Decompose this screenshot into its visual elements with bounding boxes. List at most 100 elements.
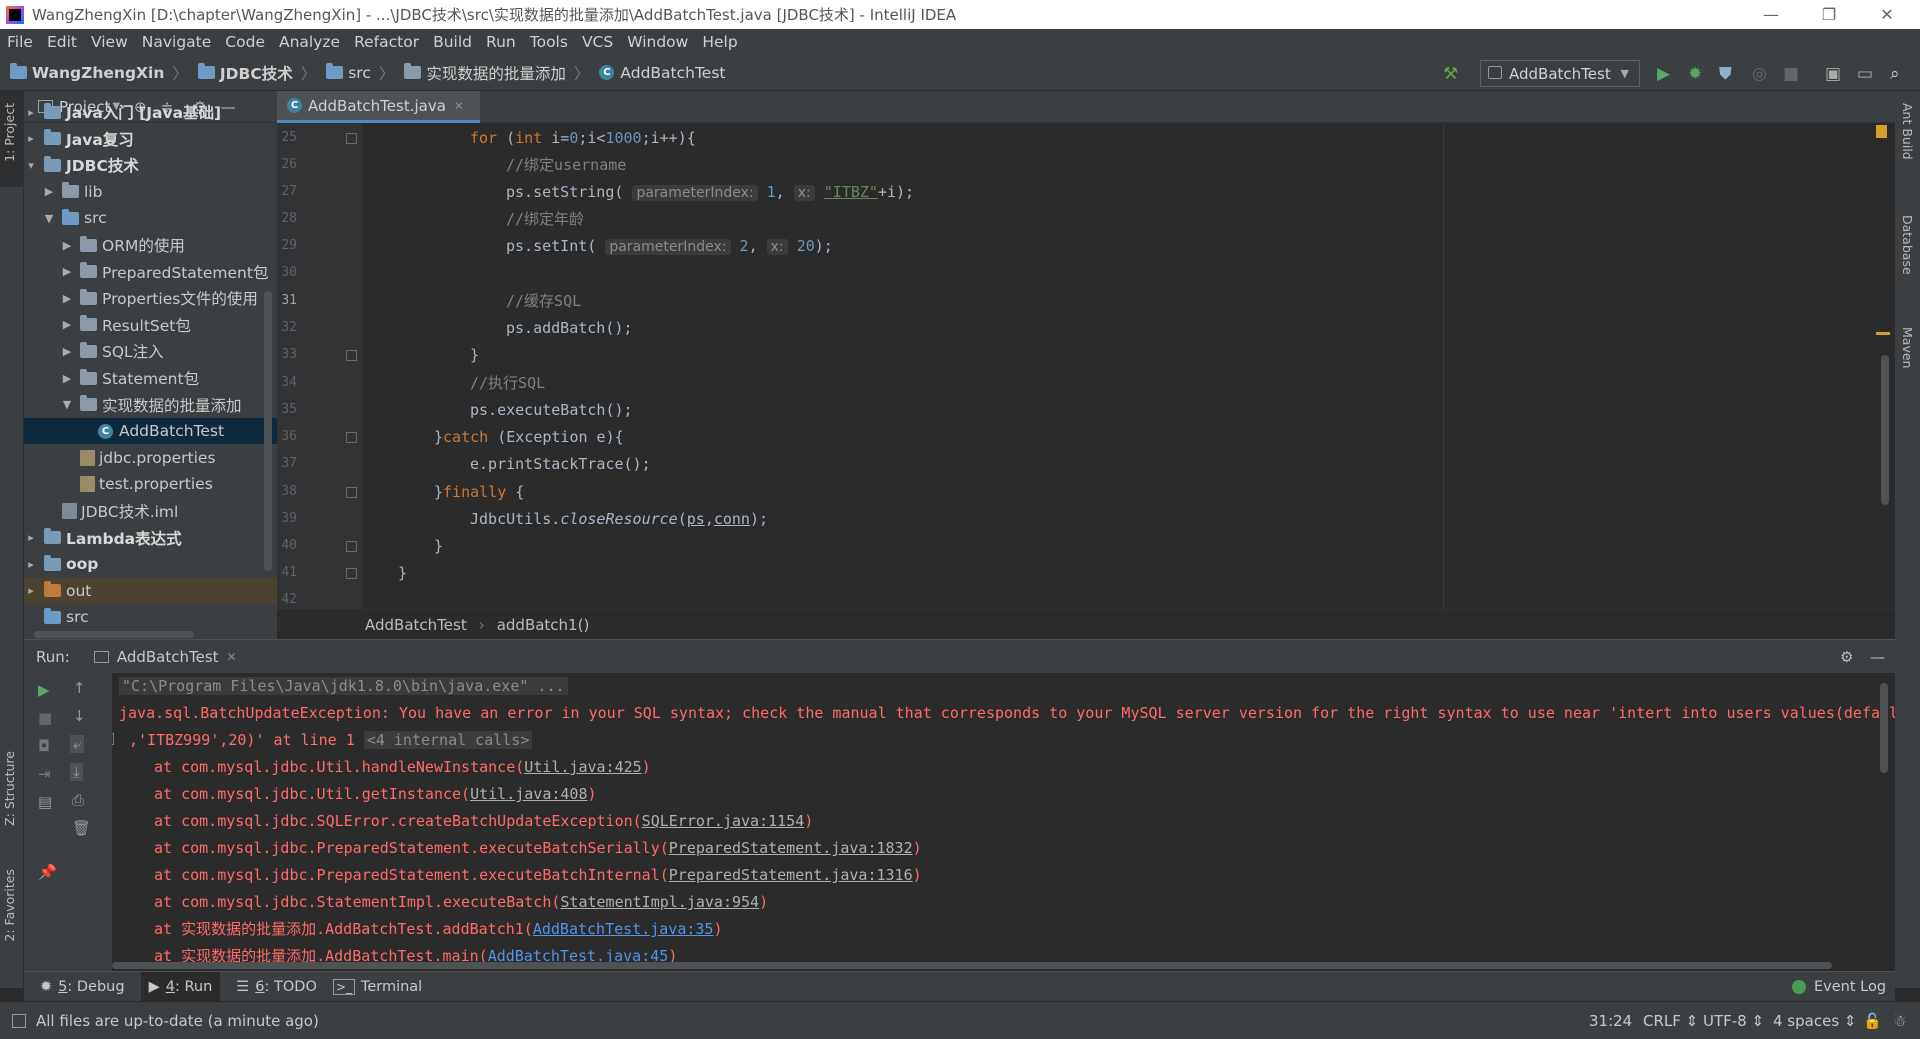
maven-tool-tab[interactable]: Maven: [1900, 327, 1915, 368]
menu-navigate[interactable]: Navigate: [135, 33, 219, 51]
project-structure-icon[interactable]: ▣: [1825, 64, 1841, 84]
editor-breadcrumb-class[interactable]: AddBatchTest: [365, 616, 467, 634]
menu-vcs[interactable]: VCS: [575, 33, 620, 51]
tree-item[interactable]: ▶ SQL注入: [24, 338, 277, 364]
layout-icon[interactable]: ▤: [38, 793, 52, 811]
menu-file[interactable]: File: [0, 33, 40, 51]
search-icon[interactable]: ⌕: [1890, 64, 1900, 84]
expand-arrow-icon[interactable]: ▾: [24, 159, 38, 172]
indent-select[interactable]: 4 spaces ⇕: [1773, 1012, 1856, 1030]
tree-item[interactable]: jdbc.properties: [24, 445, 277, 471]
menu-edit[interactable]: Edit: [40, 33, 84, 51]
fold-marker-icon[interactable]: [346, 487, 357, 498]
expand-arrow-icon[interactable]: ▶: [60, 265, 74, 278]
coverage-icon[interactable]: ⛊: [1719, 64, 1732, 84]
database-tool-tab[interactable]: Database: [1900, 215, 1915, 275]
code-editor[interactable]: for (int i=0;i<1000;i++){ //绑定username p…: [362, 123, 1895, 609]
camera-icon[interactable]: ◘: [38, 737, 50, 755]
source-link[interactable]: PreparedStatement.java:1316: [669, 866, 913, 884]
stop-icon[interactable]: ■: [1783, 64, 1799, 84]
tree-item[interactable]: ▸ Java复习: [24, 126, 277, 152]
menu-tools[interactable]: Tools: [523, 33, 575, 51]
expand-arrow-icon[interactable]: ▶: [60, 345, 74, 358]
breadcrumb-module[interactable]: JDBC技术〉: [197, 62, 316, 84]
hide-icon[interactable]: —: [1870, 648, 1885, 666]
run-configuration-select[interactable]: AddBatchTest ▼: [1480, 60, 1640, 87]
terminal-tool-tab[interactable]: >_ Terminal: [332, 978, 422, 995]
tree-item[interactable]: test.properties: [24, 471, 277, 497]
menu-run[interactable]: Run: [479, 33, 523, 51]
expand-arrow-icon[interactable]: ▼: [42, 212, 56, 225]
tree-item[interactable]: ▶ Statement包: [24, 365, 277, 391]
todo-tool-tab[interactable]: ☰ 6: TODO: [236, 979, 317, 995]
tree-item[interactable]: ▾ JDBC技术: [24, 152, 277, 178]
tree-item[interactable]: ▶ Properties文件的使用: [24, 285, 277, 311]
console-scrollbar[interactable]: [1880, 683, 1888, 773]
run-icon[interactable]: ▶: [1657, 64, 1670, 84]
tree-item[interactable]: ▸ Lambda表达式: [24, 525, 277, 551]
gear-icon[interactable]: ⚙: [1840, 648, 1853, 666]
run-console[interactable]: "C:\Program Files\Java\jdk1.8.0\bin\java…: [112, 673, 1895, 971]
menu-analyze[interactable]: Analyze: [272, 33, 347, 51]
trash-icon[interactable]: 🗑: [72, 819, 91, 837]
line-separator-select[interactable]: CRLF ⇕: [1643, 1012, 1698, 1030]
console-h-scrollbar[interactable]: [112, 962, 1832, 969]
tree-scrollbar[interactable]: [264, 291, 272, 571]
menu-code[interactable]: Code: [218, 33, 272, 51]
fold-marker-icon[interactable]: [346, 541, 357, 552]
restore-layout-icon[interactable]: ⇥: [38, 765, 51, 783]
layout-icon[interactable]: ▭: [1857, 64, 1873, 84]
breadcrumb-class[interactable]: C AddBatchTest: [599, 64, 726, 82]
fold-marker-icon[interactable]: [346, 133, 357, 144]
expand-arrow-icon[interactable]: ▼: [60, 398, 74, 411]
cursor-position[interactable]: 31:24: [1589, 1012, 1632, 1030]
event-log-tab[interactable]: Event Log: [1792, 979, 1886, 995]
warning-marker-icon[interactable]: [1876, 125, 1887, 138]
editor-breadcrumb-method[interactable]: addBatch1(): [497, 616, 590, 634]
tree-item[interactable]: JDBC技术.iml: [24, 498, 277, 524]
expand-arrow-icon[interactable]: ▶: [60, 292, 74, 305]
tree-item[interactable]: src: [24, 604, 277, 630]
expand-arrow-icon[interactable]: ▶: [60, 239, 74, 252]
down-arrow-icon[interactable]: ↓: [73, 707, 86, 725]
menu-build[interactable]: Build: [426, 33, 479, 51]
expand-arrow-icon[interactable]: ▶: [60, 318, 74, 331]
restore-button[interactable]: ❐: [1806, 0, 1852, 29]
up-arrow-icon[interactable]: ↑: [73, 679, 86, 697]
menu-view[interactable]: View: [84, 33, 135, 51]
close-tab-icon[interactable]: ✕: [227, 650, 237, 664]
tree-item[interactable]: ▶ PreparedStatement包: [24, 259, 277, 285]
expand-arrow-icon[interactable]: ▸: [24, 558, 38, 571]
tree-item[interactable]: ▸ out: [24, 577, 277, 604]
debug-icon[interactable]: ✹: [1688, 64, 1702, 84]
menu-refactor[interactable]: Refactor: [347, 33, 426, 51]
fold-marker-icon[interactable]: [346, 568, 357, 579]
debug-tool-tab[interactable]: ✹ 5: Debug: [40, 979, 125, 995]
tree-item[interactable]: ▶ lib: [24, 179, 277, 205]
tree-item[interactable]: ▶ ResultSet包: [24, 312, 277, 338]
tree-h-scrollbar[interactable]: [34, 631, 194, 638]
close-tab-icon[interactable]: ✕: [454, 99, 464, 113]
expand-arrow-icon[interactable]: ▸: [24, 106, 38, 119]
tree-item[interactable]: ▸ oop: [24, 551, 277, 577]
expand-arrow-icon[interactable]: ▸: [24, 531, 38, 544]
expand-arrow-icon[interactable]: ▸: [24, 584, 38, 597]
source-link[interactable]: AddBatchTest.java:35: [533, 920, 714, 938]
source-link[interactable]: PreparedStatement.java:1832: [669, 839, 913, 857]
scroll-to-end-icon[interactable]: ⤓: [70, 763, 83, 781]
run-tool-tab[interactable]: ▶ 4: Run: [140, 971, 221, 1002]
breadcrumb-package[interactable]: 实现数据的批量添加〉: [404, 62, 589, 84]
tree-item[interactable]: ▼ src: [24, 205, 277, 231]
expand-arrow-icon[interactable]: ▶: [60, 372, 74, 385]
source-link[interactable]: SQLError.java:1154: [642, 812, 805, 830]
close-button[interactable]: ✕: [1864, 0, 1910, 29]
print-icon[interactable]: ⎙: [72, 791, 84, 809]
rerun-icon[interactable]: ▶: [38, 681, 50, 699]
expand-arrow-icon[interactable]: ▶: [42, 185, 56, 198]
structure-tool-tab[interactable]: Z: Structure: [2, 751, 17, 826]
breadcrumb-project[interactable]: WangZhengXin 〉: [10, 62, 188, 84]
breadcrumb-src[interactable]: src 〉: [326, 62, 394, 84]
tree-item[interactable]: ▼ 实现数据的批量添加: [24, 392, 277, 418]
source-link[interactable]: Util.java:408: [470, 785, 587, 803]
favorites-tool-tab[interactable]: 2: Favorites: [2, 869, 17, 942]
